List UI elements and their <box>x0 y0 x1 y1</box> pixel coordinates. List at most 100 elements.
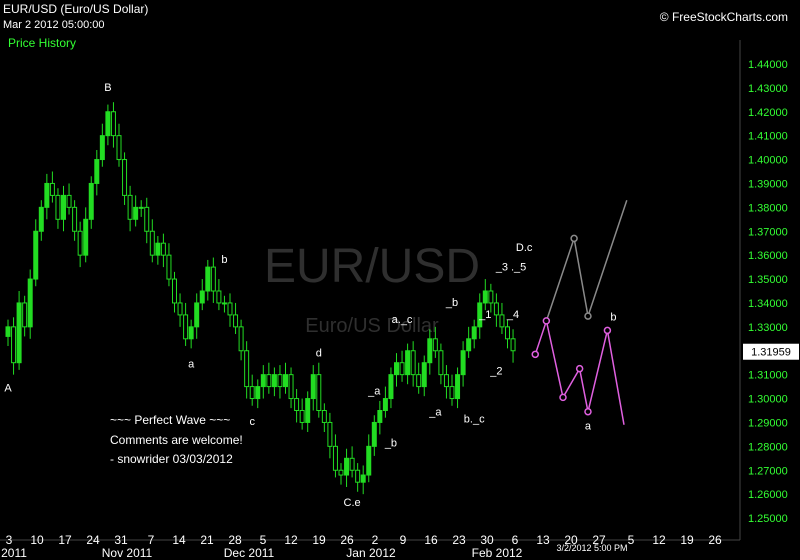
x-tick-label: 28 <box>228 533 242 547</box>
candle-body <box>382 398 388 411</box>
candle-body <box>49 182 55 196</box>
x-tick-label: 13 <box>536 533 550 547</box>
candle-body <box>66 194 72 208</box>
candle-body <box>316 374 322 411</box>
x-tick-label: 5 <box>628 533 635 547</box>
candle-body <box>505 326 510 340</box>
candle-body <box>238 326 244 352</box>
candle-body <box>144 206 150 232</box>
y-tick-label: 1.31000 <box>748 370 788 382</box>
x-tick-label: 31 <box>114 533 128 547</box>
site-credit[interactable]: © FreeStockCharts.com <box>660 10 788 24</box>
candle-body <box>493 302 499 316</box>
y-tick-label: 1.27000 <box>748 465 788 477</box>
candle-body <box>55 194 61 220</box>
y-tick-label: 1.33000 <box>748 322 788 334</box>
candle-body <box>244 350 250 388</box>
x-tick-label: 23 <box>452 533 466 547</box>
candle-body <box>183 314 189 340</box>
candle-body <box>327 421 333 447</box>
candle-body <box>388 374 394 400</box>
cursor-date-label: 3/2/2012 5:00 PM <box>556 543 627 553</box>
y-tick-label: 1.28000 <box>748 441 788 453</box>
candle-body <box>210 266 216 292</box>
candle-body <box>310 374 316 400</box>
candle-body <box>466 338 472 352</box>
wave-label: D.c <box>516 242 533 254</box>
chart-title: EUR/USD (Euro/US Dollar) <box>3 2 149 16</box>
chart-datetime: Mar 2 2012 05:00:00 <box>3 19 105 31</box>
x-tick-label: 21 <box>200 533 214 547</box>
projection-down-point <box>584 407 592 416</box>
projection-down-point <box>603 326 612 335</box>
candle-body <box>94 159 100 184</box>
candle-body <box>216 290 222 304</box>
candle-body <box>61 194 66 220</box>
candle-body <box>77 230 83 256</box>
x-tick-label: 16 <box>424 533 438 547</box>
y-tick-label: 1.34000 <box>748 298 788 310</box>
x-tick-label: 14 <box>172 533 186 547</box>
watermark-symbol: EUR/USD <box>264 240 480 293</box>
projection-down-point <box>575 364 584 373</box>
wave-label: _b <box>384 437 397 449</box>
x-tick-label: 6 <box>512 533 519 547</box>
projection-down-point <box>559 393 567 402</box>
x-tick-label: 12 <box>652 533 666 547</box>
x-month-label: 2011 <box>1 546 27 560</box>
wave-label: a <box>188 359 195 371</box>
candle-body <box>360 474 366 483</box>
y-tick-label: 1.43000 <box>748 83 788 95</box>
x-tick-label: 24 <box>86 533 100 547</box>
x-tick-label: 19 <box>680 533 694 547</box>
candle-body <box>405 350 411 376</box>
candle-body <box>11 326 17 364</box>
wave-label: B <box>104 82 111 94</box>
wave-label: b._c <box>464 414 485 426</box>
y-tick-label: 1.36000 <box>748 250 788 262</box>
candle-body <box>138 206 144 209</box>
candle-body <box>99 135 105 161</box>
candle-body <box>438 350 444 376</box>
candle-body <box>160 242 166 256</box>
wave-label: a._c <box>392 314 413 326</box>
candle-body <box>321 410 327 423</box>
candle-body <box>355 469 361 483</box>
candle-body <box>177 302 183 316</box>
y-tick-label: 1.44000 <box>748 59 788 71</box>
candle-body <box>377 410 383 423</box>
candle-body <box>16 302 22 364</box>
last-price-label: 1.31959 <box>751 347 791 359</box>
x-month-label: Dec 2011 <box>224 546 275 560</box>
panel-label[interactable]: Price History <box>8 36 76 50</box>
candle-body <box>349 457 355 471</box>
candle-body <box>294 398 300 411</box>
x-month-label: Nov 2011 <box>102 546 153 560</box>
candle-body <box>27 278 33 328</box>
candle-body <box>271 374 277 388</box>
candle-body <box>166 254 172 280</box>
candle-body <box>38 206 44 232</box>
price-chart: EUR/USD Euro/US Dollar 1.44000 1.43000 1.420… <box>0 40 799 560</box>
y-tick-label: 1.39000 <box>748 178 788 190</box>
candle-body <box>344 457 350 476</box>
y-tick-label: 1.41000 <box>748 131 788 143</box>
x-tick-label: 26 <box>708 533 722 547</box>
projection-down-line <box>534 318 625 425</box>
x-tick-label: 12 <box>284 533 298 547</box>
candle-body <box>399 362 405 376</box>
wave-label: _3 <box>495 261 508 273</box>
comment-line-1: ~~~ Perfect Wave ~~~ <box>110 413 231 427</box>
candle-body <box>22 302 28 328</box>
projection-label: a <box>585 421 592 433</box>
y-tick-label: 1.26000 <box>748 489 788 501</box>
candle-body <box>288 374 294 400</box>
candle-body <box>427 338 433 364</box>
candle-body <box>410 350 416 376</box>
wave-label: b <box>221 254 227 266</box>
candle-body <box>255 386 261 400</box>
wave-label: d <box>316 347 322 359</box>
wave-label: C.e <box>344 497 361 509</box>
comment-line-2: Comments are welcome! <box>110 433 243 447</box>
candle-body <box>33 230 39 280</box>
